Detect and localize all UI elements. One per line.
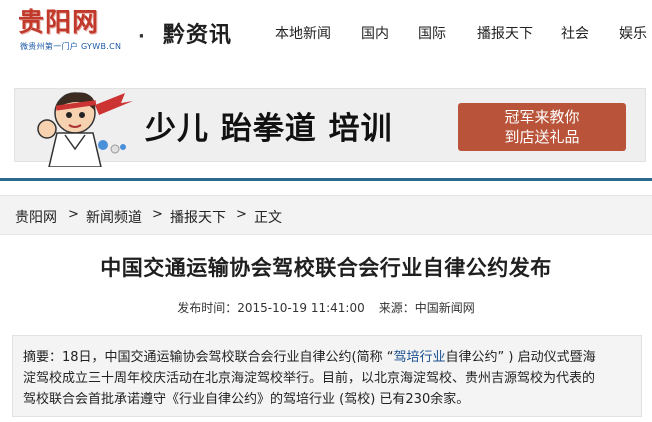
promo-line-1: 冠军来教你 [504, 108, 580, 126]
breadcrumb-separator: > [236, 207, 247, 222]
summary-text: 摘要：18日，中国交通运输协会驾校联合会行业自律公约(简称 “ [23, 350, 394, 365]
breadcrumb-item-news[interactable]: 新闻频道 [86, 207, 142, 227]
summary-line-1: 摘要：18日，中国交通运输协会驾校联合会行业自律公约(简称 “驾培行业自律公约”… [23, 347, 631, 368]
breadcrumb-item-current: 正文 [254, 210, 282, 226]
taekwondo-ad-banner[interactable]: 少儿 跆拳道 培训 冠军来教你 到店送礼品 [14, 88, 646, 167]
breadcrumb-item-broadcast[interactable]: 播报天下 [170, 207, 226, 227]
nav-item-international[interactable]: 国际 [418, 23, 446, 43]
nav-item-world-broadcast[interactable]: 播报天下 [477, 23, 533, 43]
source-label: 来源： [378, 301, 415, 315]
channel-separator: · [138, 26, 145, 47]
summary-line-2: 淀驾校成立三十周年校庆活动在北京海淀驾校举行。目前，以北京海淀驾校、贵州吉源驾校… [23, 371, 596, 386]
channel-title: 黔资讯 [163, 23, 233, 48]
nav-item-entertainment[interactable]: 娱乐 [619, 23, 647, 43]
section-divider [0, 178, 652, 181]
promo-button[interactable]: 冠军来教你 到店送礼品 [458, 103, 626, 151]
nav-item-domestic[interactable]: 国内 [361, 23, 389, 43]
source-name[interactable]: 中国新闻网 [415, 301, 475, 315]
summary-text: 自律公约” ) 启动仪式暨海 [445, 350, 596, 365]
logo-text: 贵阳网 [18, 8, 100, 38]
breadcrumb-item-home[interactable]: 贵阳网 [15, 207, 57, 227]
article-meta: 发布时间：2015-10-19 11:41:00 来源：中国新闻网 [0, 299, 652, 316]
logo-subtitle: 微贵州第一门户 GYWB.CN [20, 42, 122, 51]
site-logo[interactable]: 贵阳网 微贵州第一门户 GYWB.CN [18, 8, 122, 58]
banner-title: 少儿 跆拳道 培训 [145, 111, 393, 147]
breadcrumb-separator: > [68, 207, 79, 222]
nav-item-local-news[interactable]: 本地新闻 [275, 23, 331, 43]
taekwondo-kid-illustration [37, 92, 133, 167]
site-header: 贵阳网 微贵州第一门户 GYWB.CN · 黔资讯 本地新闻 国内 国际 播报天… [0, 0, 652, 66]
publish-time: 2015-10-19 11:41:00 [237, 301, 365, 315]
summary-highlight: 驾培行业 [393, 350, 446, 365]
breadcrumb-separator: > [152, 207, 163, 222]
article-title: 中国交通运输协会驾校联合会行业自律公约发布 [100, 256, 552, 280]
promo-line-2: 到店送礼品 [504, 128, 580, 146]
nav-item-society[interactable]: 社会 [561, 23, 589, 43]
article-summary: 摘要：18日，中国交通运输协会驾校联合会行业自律公约(简称 “驾培行业自律公约”… [12, 335, 642, 417]
breadcrumb: 贵阳网 > 新闻频道 > 播报天下 > 正文 [0, 195, 652, 235]
publish-time-label: 发布时间： [177, 301, 238, 315]
summary-line-3: 驾校联合会首批承诺遵守《行业自律公约》的驾培行业 (驾校) 已有230余家。 [23, 392, 470, 407]
